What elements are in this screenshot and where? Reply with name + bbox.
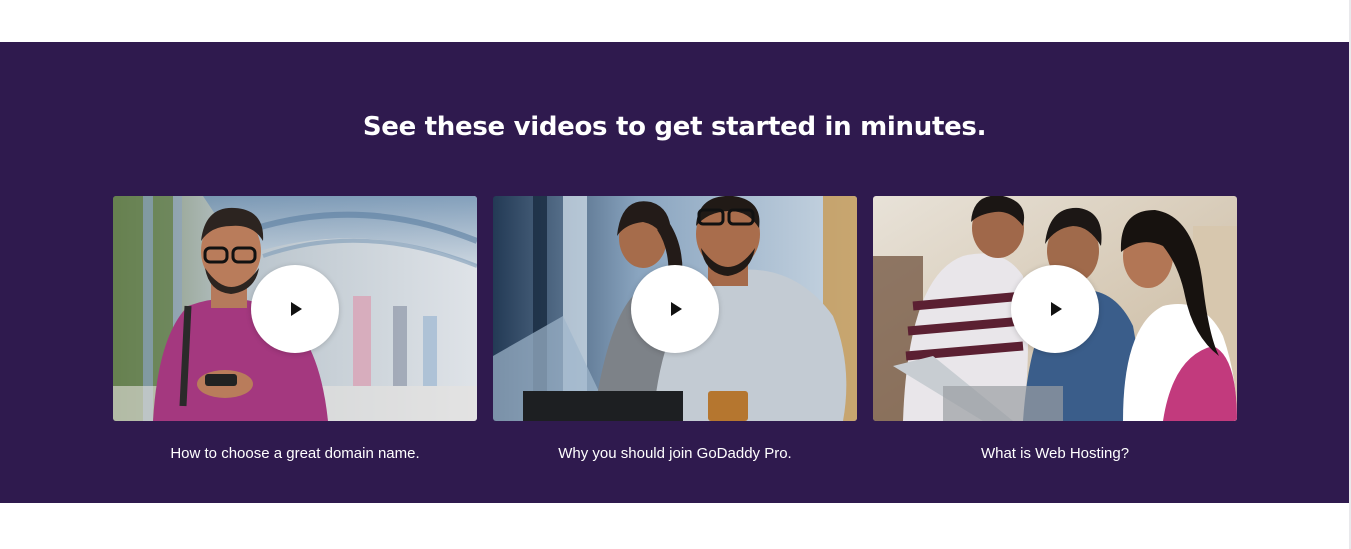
video-thumbnail[interactable] bbox=[873, 196, 1237, 421]
video-caption[interactable]: What is Web Hosting? bbox=[873, 444, 1237, 464]
video-thumbnail[interactable] bbox=[113, 196, 477, 421]
page: See these videos to get started in minut… bbox=[0, 0, 1351, 549]
video-thumbnail[interactable] bbox=[493, 196, 857, 421]
play-icon bbox=[671, 302, 682, 316]
play-icon bbox=[291, 302, 302, 316]
video-caption[interactable]: Why you should join GoDaddy Pro. bbox=[493, 444, 857, 464]
play-icon bbox=[1051, 302, 1062, 316]
video-caption[interactable]: How to choose a great domain name. bbox=[113, 444, 477, 464]
video-card-web-hosting: What is Web Hosting? bbox=[873, 196, 1237, 464]
play-button[interactable] bbox=[1011, 265, 1099, 353]
video-card-godaddy-pro: Why you should join GoDaddy Pro. bbox=[493, 196, 857, 464]
video-section: See these videos to get started in minut… bbox=[0, 42, 1349, 503]
video-card-domain-name: How to choose a great domain name. bbox=[113, 196, 477, 464]
play-button[interactable] bbox=[251, 265, 339, 353]
play-button[interactable] bbox=[631, 265, 719, 353]
section-heading: See these videos to get started in minut… bbox=[362, 112, 987, 142]
